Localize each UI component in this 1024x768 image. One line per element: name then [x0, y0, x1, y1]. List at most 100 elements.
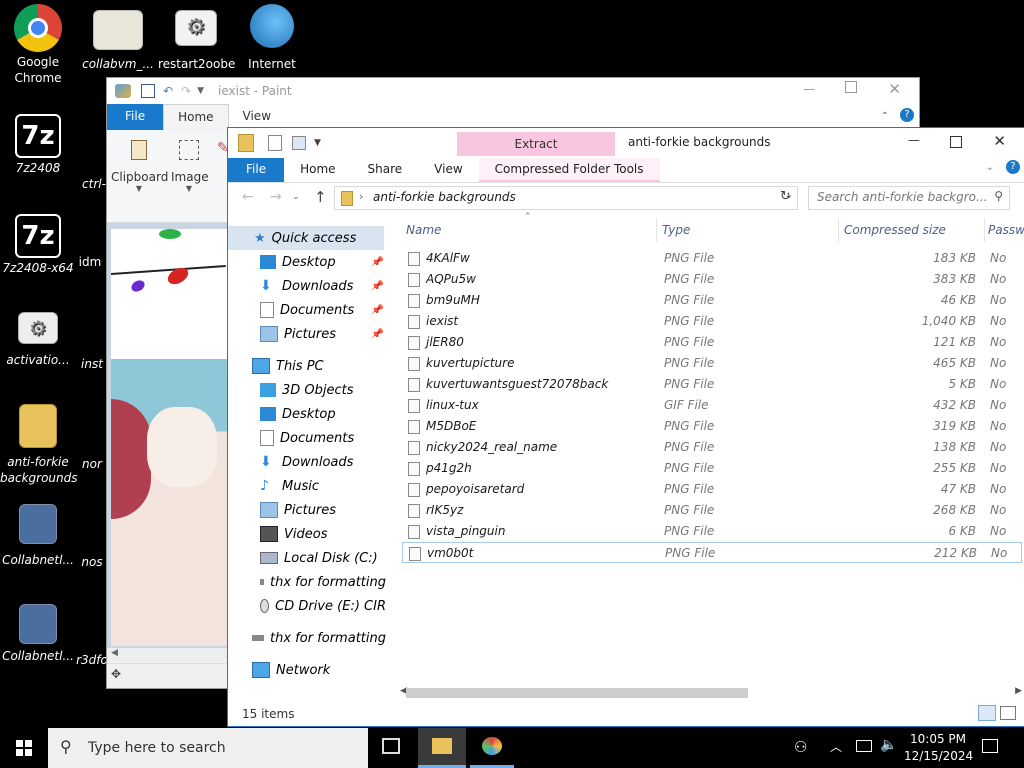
nav-this-pc[interactable]: This PC — [228, 354, 386, 378]
desktop-icon-idm[interactable]: idm — [70, 254, 110, 270]
maximize-button[interactable] — [845, 81, 857, 93]
recent-chevron-icon[interactable]: ⌄ — [292, 192, 300, 202]
scroll-right-icon[interactable]: ▶ — [1015, 686, 1022, 696]
file-row[interactable]: linux-tux GIF File 432 KB No — [402, 395, 1020, 416]
clipboard-group[interactable]: Clipboard ▼ — [111, 134, 168, 214]
nav-qa-desktop[interactable]: Desktop 📌 — [228, 250, 386, 274]
chevron-down-icon[interactable]: ▼ — [314, 138, 321, 148]
network-icon[interactable] — [856, 740, 872, 752]
file-row[interactable]: rIK5yz PNG File 268 KB No — [402, 500, 1020, 521]
address-bar[interactable]: › anti-forkie backgrounds ⌄ — [334, 186, 798, 210]
chevron-down-icon[interactable]: ⌄ — [986, 162, 994, 173]
forward-arrow-icon[interactable]: → — [270, 189, 282, 205]
column-type[interactable]: Type — [662, 223, 690, 237]
desktop-icon-7z2408-x64[interactable]: 7z 7z2408-x64 — [0, 214, 76, 276]
desktop-icon-inst[interactable]: inst — [74, 356, 110, 372]
file-row[interactable]: iexist PNG File 1,040 KB No — [402, 311, 1020, 332]
nav-documents[interactable]: Documents — [228, 426, 386, 450]
desktop-icon-collabvm[interactable]: collabvm_... — [80, 10, 156, 72]
scrollbar-thumb[interactable] — [406, 688, 748, 698]
task-view-icon[interactable] — [382, 738, 400, 754]
taskbar-explorer[interactable] — [418, 728, 466, 768]
taskbar-search-input[interactable]: Type here to search — [88, 740, 226, 756]
tab-home[interactable]: Home — [284, 158, 351, 182]
search-box[interactable]: Search anti-forkie backgro... ⚲ — [808, 186, 1010, 210]
taskbar-paint[interactable] — [470, 728, 514, 768]
nav-qa-pictures[interactable]: Pictures 📌 — [228, 322, 386, 346]
explorer-titlebar[interactable]: ▼ Extract anti-forkie backgrounds — ✕ — [228, 128, 1024, 158]
desktop-icon-7z2408[interactable]: 7z 7z2408 — [0, 114, 76, 176]
nav-music[interactable]: ♪ Music — [228, 474, 386, 498]
start-button[interactable] — [0, 728, 48, 768]
collapse-ribbon-icon[interactable]: ⌃ — [881, 111, 889, 122]
explorer-window[interactable]: ▼ Extract anti-forkie backgrounds — ✕ Fi… — [227, 127, 1024, 727]
column-name[interactable]: Name — [406, 223, 441, 237]
desktop-icon-nos[interactable]: nos — [74, 554, 110, 570]
help-icon[interactable]: ? — [1006, 160, 1020, 174]
pin-icon[interactable]: 📌 — [370, 329, 382, 340]
file-row[interactable]: bm9uMH PNG File 46 KB No — [402, 290, 1020, 311]
undo-icon[interactable]: ↶ — [163, 84, 173, 98]
paint-tab-file[interactable]: File — [107, 104, 164, 130]
paint-canvas[interactable] — [111, 229, 227, 646]
large-icons-view-icon[interactable] — [1000, 706, 1016, 720]
file-row[interactable]: pepoyoisaretard PNG File 47 KB No — [402, 479, 1020, 500]
help-icon[interactable]: ? — [900, 108, 914, 122]
desktop-icon-chrome[interactable]: Google Chrome — [0, 4, 76, 86]
nav-thx-formatting-drive[interactable]: thx for formatting — [228, 626, 386, 650]
file-row[interactable]: AQPu5w PNG File 383 KB No — [402, 269, 1020, 290]
file-row[interactable]: p41g2h PNG File 255 KB No — [402, 458, 1020, 479]
nav-local-disk[interactable]: Local Disk (C:) — [228, 546, 386, 570]
taskbar-search[interactable]: ⚲ Type here to search — [48, 728, 368, 768]
people-icon[interactable]: ⚇ — [794, 738, 807, 756]
file-row[interactable]: vista_pinguin PNG File 6 KB No — [402, 521, 1020, 542]
volume-muted-icon[interactable]: 🔈 — [880, 737, 897, 753]
close-button[interactable]: ✕ — [888, 80, 901, 98]
column-password[interactable]: Passw — [988, 223, 1024, 237]
file-row[interactable]: 4KAlFw PNG File 183 KB No — [402, 248, 1020, 269]
notifications-icon[interactable] — [982, 739, 998, 753]
properties-icon[interactable] — [268, 135, 282, 151]
column-compressed-size[interactable]: Compressed size — [844, 223, 946, 237]
new-folder-icon[interactable] — [292, 136, 306, 150]
file-row[interactable]: nicky2024_real_name PNG File 138 KB No — [402, 437, 1020, 458]
tab-share[interactable]: Share — [352, 158, 419, 182]
desktop-icon-restart2oobe[interactable]: ⚙ restart2oobe — [158, 10, 235, 72]
nav-quick-access[interactable]: ★ Quick access — [228, 226, 384, 250]
file-row[interactable]: kuvertupicture PNG File 465 KB No — [402, 353, 1020, 374]
pin-icon[interactable]: 📌 — [370, 257, 382, 268]
nav-network[interactable]: Network — [228, 658, 386, 682]
desktop-icon-activation[interactable]: ⚙ activatio... — [0, 312, 76, 368]
file-row[interactable]: M5DBoE PNG File 319 KB No — [402, 416, 1020, 437]
nav-qa-documents[interactable]: Documents 📌 — [228, 298, 386, 322]
pin-icon[interactable]: 📌 — [370, 305, 382, 316]
scroll-left-icon[interactable]: ◀ — [111, 648, 118, 658]
refresh-icon[interactable]: ↻ — [780, 189, 791, 204]
redo-icon[interactable]: ↷ — [181, 84, 191, 98]
nav-desktop[interactable]: Desktop — [228, 402, 386, 426]
paint-tab-home[interactable]: Home — [163, 104, 229, 130]
paint-titlebar[interactable]: ↶ ↷ ▼ iexist - Paint — ✕ — [107, 78, 919, 104]
extract-context-tab[interactable]: Extract — [457, 132, 615, 156]
file-list-hscrollbar[interactable]: ◀ ▶ — [398, 686, 1024, 700]
desktop-icon-collabnet-2[interactable]: Collabnetl... — [0, 604, 76, 664]
search-input[interactable]: Search anti-forkie backgro... — [817, 190, 987, 204]
desktop-icon-r3df[interactable]: r3dfo — [74, 652, 110, 668]
paint-hscrollbar[interactable]: ◀ — [107, 648, 227, 662]
pin-icon[interactable]: 📌 — [370, 281, 382, 292]
desktop-icon-nor[interactable]: nor — [74, 456, 110, 472]
nav-videos[interactable]: Videos — [228, 522, 386, 546]
file-row[interactable]: jlER80 PNG File 121 KB No — [402, 332, 1020, 353]
tab-view[interactable]: View — [418, 158, 478, 182]
clock-time[interactable]: 10:05 PM — [910, 732, 966, 746]
up-arrow-icon[interactable]: ↑ — [314, 188, 327, 206]
tab-compressed-folder-tools[interactable]: Compressed Folder Tools — [478, 158, 660, 182]
back-arrow-icon[interactable]: ← — [242, 189, 254, 205]
nav-thx-formatting[interactable]: thx for formatting — [228, 570, 386, 594]
minimize-button[interactable]: — — [908, 133, 920, 147]
breadcrumb-current[interactable]: anti-forkie backgrounds — [373, 190, 516, 204]
minimize-button[interactable]: — — [803, 82, 815, 96]
details-view-icon[interactable] — [978, 705, 996, 721]
clock-date[interactable]: 12/15/2024 — [904, 749, 973, 763]
desktop-icon-anti-forkie[interactable]: anti-forkie backgrounds — [0, 404, 78, 486]
